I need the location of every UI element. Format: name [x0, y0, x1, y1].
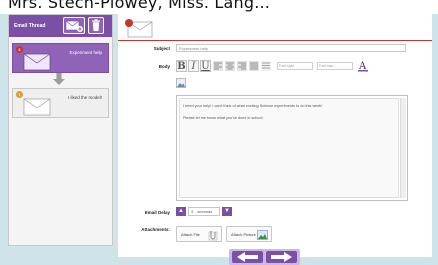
italic-icon[interactable]: I — [188, 60, 199, 72]
caption-text: Mrs. Stech-Plowey, Miss. Lang... — [8, 0, 271, 12]
email-badge: 1 — [16, 91, 23, 98]
font-family-select[interactable]: Font style — [277, 62, 313, 70]
attach-file-label: Attach File — [181, 232, 200, 237]
formatting-toolbar: B I U Font style Font size A — [176, 60, 408, 76]
body-line: Please let me know what you've done in s… — [183, 116, 264, 120]
justify-icon[interactable] — [249, 61, 259, 71]
arrow-right-icon — [271, 252, 292, 262]
email-compose-panel: Subject Experiment help Body B I U Font … — [118, 14, 432, 265]
body-line: I need your help! I can't think of what … — [183, 104, 323, 108]
font-size-select[interactable]: Font size — [317, 62, 353, 70]
email-item-i-liked-the-model[interactable]: 1 I liked the model! — [12, 88, 109, 118]
body-editor[interactable]: I need your help! I can't think of what … — [176, 95, 408, 201]
underline-icon[interactable]: U — [200, 60, 211, 72]
email-subject: Experiment help — [69, 50, 102, 55]
envelope-icon — [23, 53, 51, 71]
email-badge: 2 — [16, 46, 23, 53]
attach-picture-label: Attach Picture — [231, 232, 256, 237]
body-text-area[interactable]: I need your help! I can't think of what … — [179, 98, 399, 198]
list-icon[interactable] — [261, 61, 271, 71]
delay-decrease-button[interactable]: ▼ — [222, 207, 232, 216]
editor-scrollbar[interactable] — [400, 98, 406, 198]
thread-title: Email Thread — [14, 23, 46, 29]
compose-header — [118, 14, 432, 41]
navigation-buttons — [229, 249, 300, 265]
delay-field[interactable]: 3 seconds — [188, 207, 220, 216]
picture-icon — [257, 230, 268, 240]
align-left-icon[interactable] — [213, 61, 223, 71]
align-right-icon[interactable] — [237, 61, 247, 71]
delay-value: 3 — [191, 209, 194, 214]
envelope-icon — [125, 19, 153, 38]
attach-file-button[interactable]: Attach File — [176, 226, 222, 242]
delay-unit: seconds — [197, 209, 213, 214]
insert-image-icon[interactable] — [176, 78, 186, 88]
font-color-icon[interactable]: A — [357, 60, 369, 72]
attachments-label: Attachments: — [141, 227, 170, 232]
arrow-down-icon — [53, 73, 65, 85]
new-email-button[interactable] — [63, 17, 85, 34]
subject-label: Subject — [153, 46, 170, 51]
envelope-icon — [65, 20, 83, 32]
trash-icon — [92, 19, 100, 31]
email-item-experiment-help[interactable]: 2 Experiment help — [12, 43, 109, 73]
thread-header: Email Thread — [9, 15, 112, 37]
email-delay-label: Email Delay — [144, 210, 170, 215]
body-label: Body — [158, 64, 170, 69]
subject-field[interactable]: Experiment help — [176, 44, 406, 52]
delete-email-button[interactable] — [88, 17, 104, 34]
email-thread-panel: Email Thread 2 Experiment help 1 I liked… — [8, 14, 113, 246]
delay-increase-button[interactable]: ▲ — [176, 207, 186, 216]
previous-button[interactable] — [232, 251, 263, 263]
arrow-left-icon — [237, 252, 258, 262]
next-button[interactable] — [266, 251, 297, 263]
bold-icon[interactable]: B — [176, 60, 187, 72]
align-center-icon[interactable] — [225, 61, 235, 71]
envelope-icon — [23, 98, 51, 116]
email-subject: I liked the model! — [67, 95, 102, 100]
attach-picture-button[interactable]: Attach Picture — [226, 226, 272, 242]
paperclip-icon — [208, 231, 218, 241]
caption-banner: Mrs. Stech-Plowey, Miss. Lang... — [0, 0, 438, 14]
